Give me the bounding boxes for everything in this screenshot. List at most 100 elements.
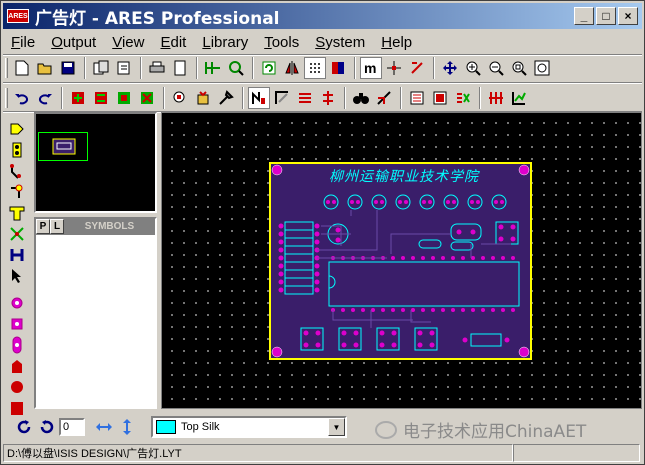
- object-selector: P L SYMBOLS: [34, 217, 157, 409]
- toolbar-grip[interactable]: [5, 58, 8, 78]
- mirror-vertical-icon[interactable]: [116, 416, 138, 438]
- square-pad-icon[interactable]: [7, 314, 27, 333]
- redo-icon[interactable]: [34, 87, 56, 109]
- circle-pad-icon[interactable]: [7, 293, 27, 312]
- package-pad-icon[interactable]: [7, 140, 27, 159]
- editing-canvas[interactable]: 柳州运输职业技术学院: [161, 112, 642, 409]
- zoom-area-icon[interactable]: [531, 57, 553, 79]
- block-move-icon[interactable]: [90, 87, 112, 109]
- watermark-text: 电子技术应用ChinaAET: [403, 422, 587, 442]
- layer-name: Top Silk: [181, 421, 220, 433]
- menu-edit[interactable]: Edit: [152, 34, 194, 51]
- ares-logo-icon: ARES: [7, 9, 29, 23]
- selector-title: SYMBOLS: [64, 219, 155, 234]
- zoom-out-icon[interactable]: [485, 57, 507, 79]
- metric-icon[interactable]: m: [360, 57, 382, 79]
- menu-view[interactable]: View: [104, 34, 152, 51]
- block-delete-icon[interactable]: [136, 87, 158, 109]
- chevron-down-icon[interactable]: ▼: [328, 418, 345, 436]
- dil-pad-icon[interactable]: [7, 335, 27, 354]
- close-button[interactable]: ×: [618, 7, 638, 25]
- via-icon[interactable]: [7, 182, 27, 201]
- pick-parts-tab[interactable]: P: [36, 219, 50, 234]
- flip-icon[interactable]: [281, 57, 303, 79]
- block-rotate-icon[interactable]: [113, 87, 135, 109]
- status-coordinates: [513, 444, 640, 462]
- pick-icon[interactable]: [169, 87, 191, 109]
- zone-icon[interactable]: [7, 203, 27, 222]
- rotation-input[interactable]: 0: [59, 418, 85, 436]
- edge-pad-icon[interactable]: [7, 356, 27, 375]
- menu-output[interactable]: Output: [43, 34, 104, 51]
- autoplace-icon[interactable]: [248, 87, 270, 109]
- divider: [3, 82, 642, 84]
- status-file-path: D:\傅以盘\ISIS DESIGN\广告灯.LYT: [3, 444, 513, 462]
- export-icon[interactable]: [113, 57, 135, 79]
- design-rule-icon[interactable]: [373, 87, 395, 109]
- zoom-region-icon[interactable]: [225, 57, 247, 79]
- search-icon[interactable]: [350, 87, 372, 109]
- watermark: 电子技术应用ChinaAET: [375, 417, 586, 442]
- connectivity-icon[interactable]: [429, 87, 451, 109]
- maximize-button[interactable]: □: [596, 7, 616, 25]
- track-icon[interactable]: [7, 161, 27, 180]
- zoom-in-icon[interactable]: [462, 57, 484, 79]
- ratsnest-icon[interactable]: [294, 87, 316, 109]
- bom-icon[interactable]: [485, 87, 507, 109]
- grid-origin-icon[interactable]: [202, 57, 224, 79]
- layers-icon[interactable]: [327, 57, 349, 79]
- menu-tools[interactable]: Tools: [256, 34, 307, 51]
- edit-toolbar: [5, 85, 531, 111]
- select-icon[interactable]: [7, 266, 27, 285]
- open-folder-icon[interactable]: [34, 57, 56, 79]
- component-icon[interactable]: [7, 119, 27, 138]
- menu-bar: File Output View Edit Library Tools Syst…: [3, 31, 420, 53]
- toolbar-grip[interactable]: [5, 88, 8, 108]
- print-icon[interactable]: [146, 57, 168, 79]
- rotate-ccw-icon[interactable]: [36, 416, 58, 438]
- circle-icon[interactable]: [7, 377, 27, 396]
- pcb-layout: [271, 164, 530, 358]
- menu-help[interactable]: Help: [373, 34, 420, 51]
- pcb-board[interactable]: 柳州运输职业技术学院: [269, 162, 532, 360]
- grid-dots-icon[interactable]: [304, 57, 326, 79]
- package-icon[interactable]: [192, 87, 214, 109]
- ratsnest-mode-icon[interactable]: [7, 224, 27, 243]
- power-plane-icon[interactable]: [317, 87, 339, 109]
- menu-file[interactable]: File: [3, 34, 43, 51]
- rotate-cw-icon[interactable]: [13, 416, 35, 438]
- netlist-icon[interactable]: [406, 87, 428, 109]
- overview-view-frame[interactable]: [38, 132, 88, 161]
- symbol-list[interactable]: [36, 235, 155, 405]
- tools-icon[interactable]: [215, 87, 237, 109]
- overview-panel[interactable]: [34, 112, 157, 213]
- refresh-icon[interactable]: [258, 57, 280, 79]
- import-icon[interactable]: [90, 57, 112, 79]
- origin-icon[interactable]: [383, 57, 405, 79]
- bottom-toolbar: 0 Top Silk ▼ 电子技术应用ChinaAET: [3, 413, 642, 442]
- block-copy-icon[interactable]: [67, 87, 89, 109]
- undo-icon[interactable]: [11, 87, 33, 109]
- main-toolbar: m: [5, 55, 554, 81]
- zoom-all-icon[interactable]: [508, 57, 530, 79]
- minimize-button[interactable]: _: [574, 7, 594, 25]
- menu-system[interactable]: System: [307, 34, 373, 51]
- menu-library[interactable]: Library: [194, 34, 256, 51]
- drc-icon[interactable]: [452, 87, 474, 109]
- autoroute-icon[interactable]: [271, 87, 293, 109]
- wechat-icon: [375, 420, 397, 439]
- title-bar[interactable]: ARES 广告灯 - ARES Professional _ □ ×: [3, 3, 642, 29]
- pan-icon[interactable]: [439, 57, 461, 79]
- new-file-icon[interactable]: [11, 57, 33, 79]
- mirror-horizontal-icon[interactable]: [93, 416, 115, 438]
- page-icon[interactable]: [169, 57, 191, 79]
- layer-selector[interactable]: Top Silk ▼: [151, 416, 347, 438]
- save-icon[interactable]: [57, 57, 79, 79]
- connectivity-highlight-icon[interactable]: [7, 245, 27, 264]
- status-bar: D:\傅以盘\ISIS DESIGN\广告灯.LYT: [3, 444, 642, 463]
- mode-toolbar: [7, 119, 29, 417]
- graph-icon[interactable]: [508, 87, 530, 109]
- layer-color-swatch: [156, 420, 176, 434]
- library-tab[interactable]: L: [50, 219, 64, 234]
- crosshair-icon[interactable]: [406, 57, 428, 79]
